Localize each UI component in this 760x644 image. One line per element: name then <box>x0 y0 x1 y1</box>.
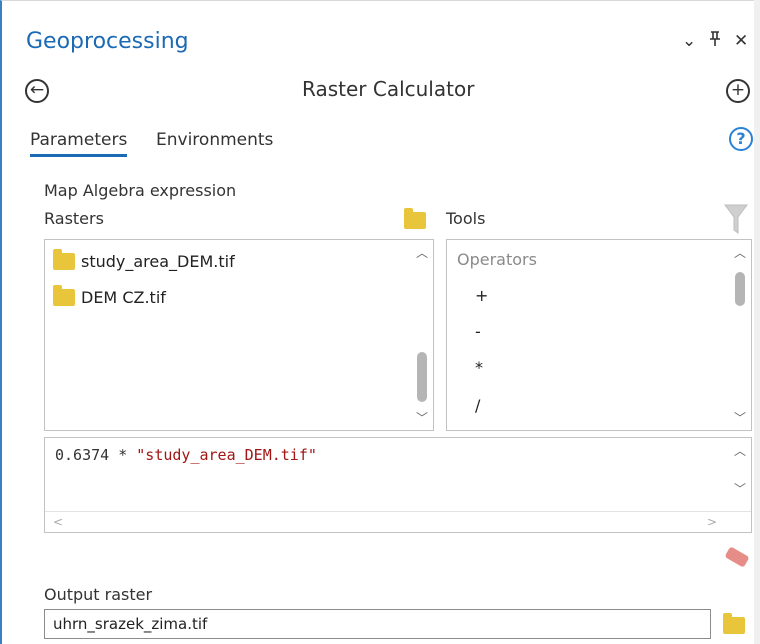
map-algebra-label: Map Algebra expression <box>44 181 237 200</box>
raster-folder-icon <box>53 249 75 270</box>
rasters-scrollbar[interactable]: ︿ ﹀ <box>413 242 431 428</box>
scroll-up-icon[interactable]: ︿ <box>413 244 431 261</box>
scroll-down-icon[interactable]: ﹀ <box>413 409 431 426</box>
operator-item[interactable]: - <box>475 322 481 341</box>
pane-title: Geoprocessing <box>26 29 189 54</box>
scroll-right-icon[interactable]: > <box>707 515 717 529</box>
list-item[interactable]: study_area_DEM.tif <box>53 249 235 271</box>
raster-name: study_area_DEM.tif <box>81 252 235 271</box>
expression-number: 0.6374 * <box>55 446 137 464</box>
scroll-left-icon[interactable]: < <box>53 515 63 529</box>
tools-label: Tools <box>446 209 486 228</box>
add-icon[interactable]: + <box>726 79 750 103</box>
raster-folder-icon <box>53 285 75 306</box>
raster-name: DEM CZ.tif <box>81 288 166 307</box>
expression-hscroll[interactable]: < > <box>45 511 751 532</box>
chevron-down-icon[interactable]: ⌄ <box>682 31 696 51</box>
expression-text: 0.6374 * "study_area_DEM.tif" <box>55 446 317 464</box>
scroll-thumb[interactable] <box>417 352 427 402</box>
close-icon[interactable]: ✕ <box>734 31 748 51</box>
help-icon[interactable]: ? <box>729 127 753 151</box>
folder-icon[interactable] <box>404 208 426 229</box>
list-item[interactable]: DEM CZ.tif <box>53 285 166 307</box>
scroll-up-icon[interactable]: ︿ <box>731 244 749 261</box>
expression-editor[interactable]: 0.6374 * "study_area_DEM.tif" ︿ ﹀ < > <box>44 437 752 533</box>
rasters-label: Rasters <box>44 209 104 228</box>
pin-icon[interactable] <box>708 31 722 52</box>
geoprocessing-pane: Geoprocessing ⌄ ✕ ← Raster Calculator + … <box>0 0 754 644</box>
scroll-down-icon[interactable]: ﹀ <box>731 480 749 497</box>
expression-vscroll[interactable]: ︿ ﹀ <box>731 440 749 510</box>
rasters-list[interactable]: study_area_DEM.tif DEM CZ.tif ︿ ﹀ <box>44 239 434 431</box>
scroll-up-icon[interactable]: ︿ <box>731 442 749 459</box>
tab-parameters[interactable]: Parameters <box>30 130 128 157</box>
tools-scrollbar[interactable]: ︿ ﹀ <box>731 242 749 428</box>
scroll-thumb[interactable] <box>735 272 745 306</box>
operators-header: Operators <box>457 250 537 269</box>
output-raster-label: Output raster <box>44 585 153 604</box>
tools-list[interactable]: Operators + - * / ︿ ﹀ <box>446 239 752 431</box>
output-raster-input[interactable]: uhrn_srazek_zima.tif <box>44 609 711 639</box>
expression-string: "study_area_DEM.tif" <box>136 446 317 464</box>
tool-title: Raster Calculator <box>302 77 475 101</box>
filter-icon[interactable] <box>724 204 748 238</box>
back-icon[interactable]: ← <box>25 79 49 103</box>
output-folder-icon[interactable] <box>723 613 745 634</box>
tab-environments[interactable]: Environments <box>156 130 273 150</box>
operator-item[interactable]: / <box>475 396 480 415</box>
operator-item[interactable]: * <box>475 358 483 377</box>
scroll-down-icon[interactable]: ﹀ <box>731 409 749 426</box>
operator-item[interactable]: + <box>475 286 488 305</box>
eraser-icon[interactable] <box>724 546 750 568</box>
